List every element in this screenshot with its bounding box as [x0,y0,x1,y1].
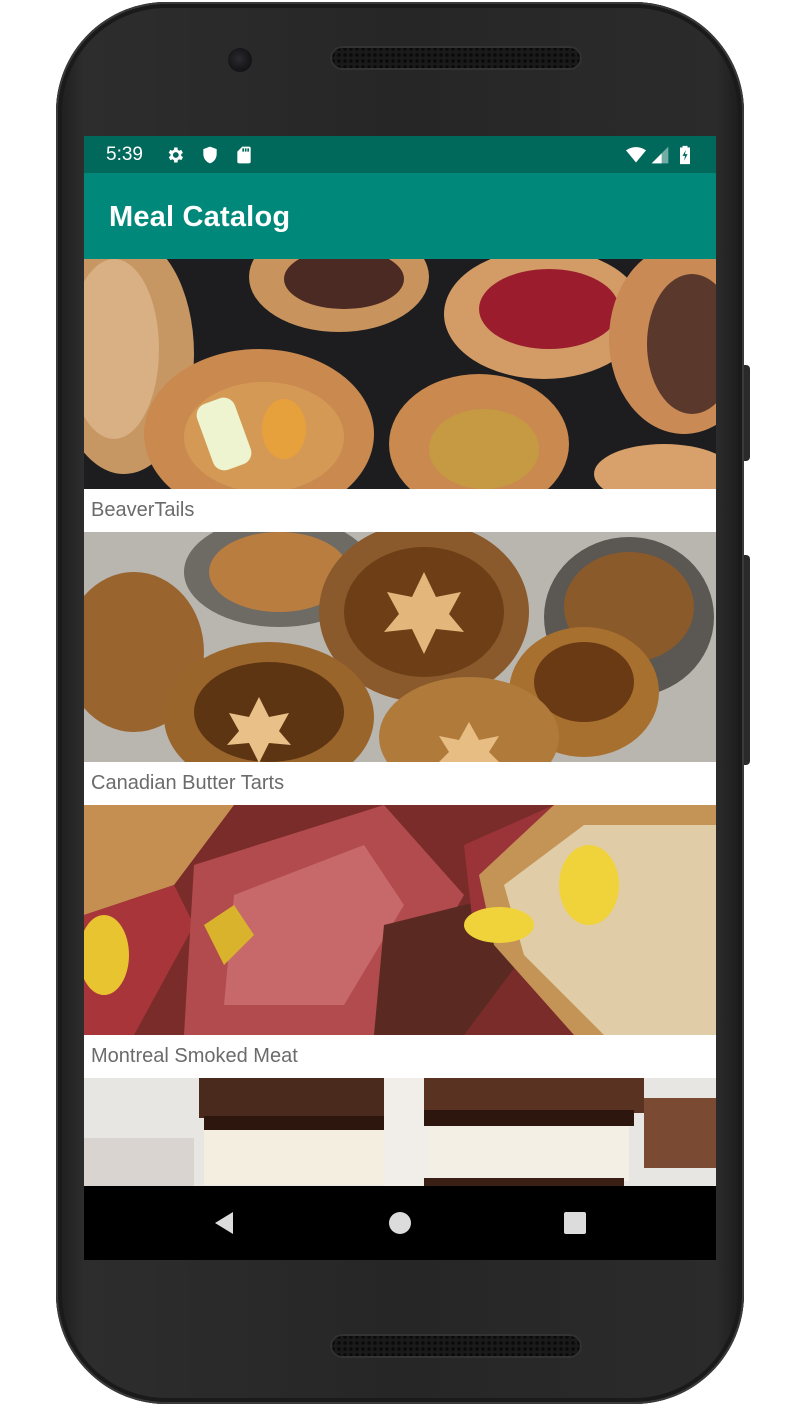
meal-list[interactable]: BeaverTails Canadian Butter Tarts Montre… [84,259,716,1186]
navigation-bar [84,1186,716,1260]
screen: 5:39 Meal Catalog BeaverTails Canadian B… [84,136,716,1260]
top-speaker [330,46,582,70]
signal-icon [651,146,669,164]
app-title: Meal Catalog [109,201,291,233]
meal-list-item[interactable]: BeaverTails [84,259,716,532]
smoked-meat-photo [84,805,716,1035]
meal-image [84,1078,716,1186]
sd-card-icon [237,146,251,164]
front-camera [228,48,252,72]
meal-name: BeaverTails [91,499,195,521]
power-button [744,365,750,461]
battery-icon [680,145,690,165]
meal-name: Montreal Smoked Meat [91,1045,298,1067]
butter-tarts-photo [84,532,716,762]
status-bar: 5:39 [84,136,716,173]
meal-name: Canadian Butter Tarts [91,772,285,794]
meal-list-item[interactable]: Montreal Smoked Meat [84,805,716,1078]
wifi-icon [626,147,646,163]
home-icon[interactable] [385,1208,415,1238]
shield-icon [203,146,217,164]
meal-list-item[interactable] [84,1078,716,1186]
status-time: 5:39 [106,144,143,165]
settings-icon [168,147,183,163]
app-bar: Meal Catalog [84,173,716,259]
volume-button [744,555,750,765]
back-icon[interactable] [209,1208,239,1238]
recents-icon[interactable] [560,1208,590,1238]
meal-image [84,532,716,762]
nanaimo-bars-photo [84,1078,716,1186]
meal-list-item[interactable]: Canadian Butter Tarts [84,532,716,805]
meal-image [84,805,716,1035]
bottom-speaker [330,1334,582,1358]
beavertails-photo [84,259,716,489]
meal-image [84,259,716,489]
